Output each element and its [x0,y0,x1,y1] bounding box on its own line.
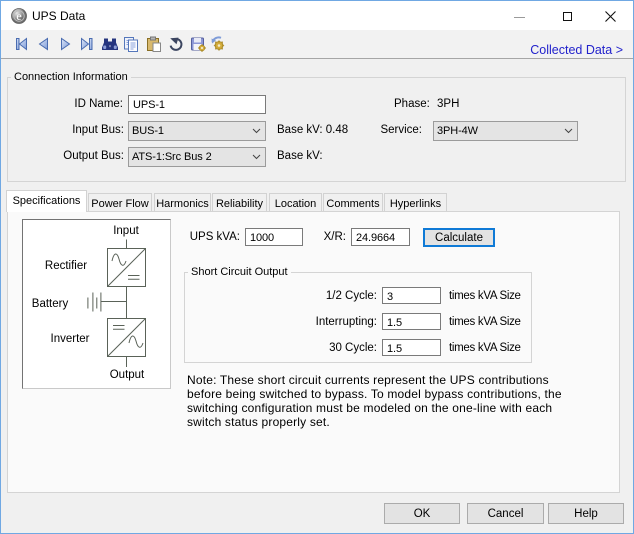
svg-text:Battery: Battery [32,298,69,310]
svg-text:Input: Input [113,225,139,237]
svg-text:Output: Output [110,369,145,381]
svg-text:e: e [16,9,21,23]
svg-text:Inverter: Inverter [51,333,90,345]
svg-text:Rectifier: Rectifier [45,260,87,272]
